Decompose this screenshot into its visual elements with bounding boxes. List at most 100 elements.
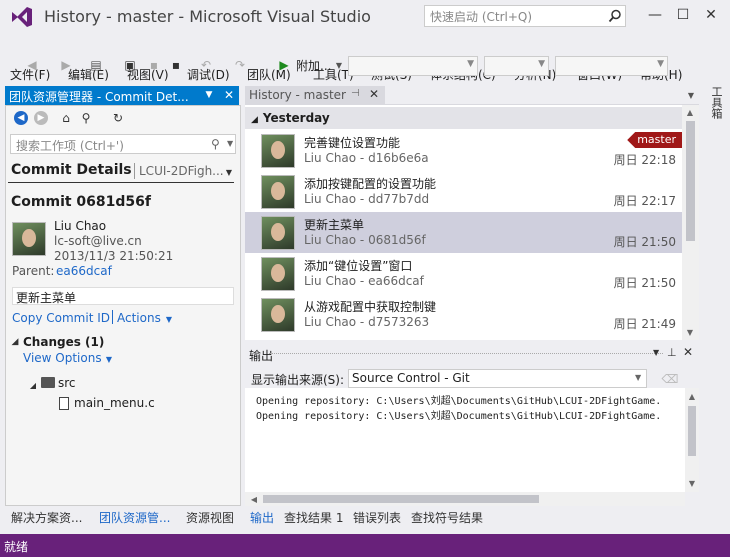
solution-config-combo[interactable]: ▼ (348, 56, 478, 76)
minimize-icon[interactable]: — (642, 4, 668, 26)
pin-icon[interactable]: ⊣ (351, 88, 360, 99)
scroll-thumb[interactable] (688, 406, 696, 456)
output-vscroll[interactable]: ▲ ▼ (685, 388, 699, 492)
save-all-icon[interactable]: ▪ (168, 57, 184, 73)
pin-icon[interactable]: ⊥ (667, 346, 677, 359)
status-text: 就绪 (4, 540, 29, 554)
history-scrollbar[interactable]: ▲ ▼ (682, 105, 699, 340)
save-icon[interactable]: ▪ (146, 57, 162, 73)
avatar (261, 257, 295, 291)
commit-author: Liu Chao - dd77b7dd (304, 192, 430, 206)
branch-badge: master (627, 132, 682, 148)
close-panel-icon[interactable]: ✕ (221, 87, 237, 103)
chevron-down-icon[interactable]: ▼ (104, 354, 114, 364)
tab-find-results[interactable]: 查找结果 1 (284, 509, 343, 526)
tab-resource-view[interactable]: 资源视图 (186, 509, 234, 526)
group-header: ◢ Yesterday (245, 107, 682, 129)
chevron-down-icon[interactable]: ▼ (334, 58, 344, 72)
start-debugging-icon[interactable]: ▶ (278, 57, 290, 73)
chevron-down-icon[interactable]: ▼ (223, 166, 235, 178)
author-name: Liu Chao (54, 219, 107, 233)
platform-combo[interactable]: ▼ (484, 56, 549, 76)
scroll-up-icon[interactable]: ▲ (685, 107, 695, 117)
scroll-down-icon[interactable]: ▼ (685, 327, 695, 337)
open-file-icon[interactable]: ▣ (122, 57, 138, 73)
menu-bar: 文件(F) 编辑(E) 视图(V) 调试(D) 团队(M) 工具(T) 测试(S… (0, 32, 730, 82)
parent-link[interactable]: ea66dcaf (56, 264, 112, 278)
folder-icon (41, 377, 55, 388)
avatar (261, 175, 295, 209)
commit-row-selected[interactable]: 更新主菜单 Liu Chao - 0681d56f 周日 21:50 (245, 212, 682, 253)
view-options-link[interactable]: View Options (23, 351, 102, 365)
refresh-icon[interactable]: ↻ (110, 110, 126, 126)
changes-title: Changes (1) (23, 335, 105, 349)
scroll-thumb[interactable] (263, 495, 539, 503)
commit-row[interactable]: 添加按键配置的设置功能 Liu Chao - dd77b7dd 周日 22:17 (245, 171, 682, 212)
home-icon[interactable]: ⌂ (58, 110, 74, 126)
commit-message: 添加“键位设置”窗口 (304, 259, 413, 273)
tab-find-symbol-results[interactable]: 查找符号结果 (411, 509, 483, 526)
status-bar: 就绪 (0, 534, 730, 557)
close-panel-icon[interactable]: ✕ (683, 345, 693, 359)
commit-date: 2013/11/3 21:50:21 (54, 249, 174, 263)
tab-history[interactable]: History - master ⊣ ✕ (245, 86, 385, 105)
window-title: History - master - Microsoft Visual Stud… (44, 7, 371, 26)
output-header: 输出 ▼ ⊥ ✕ (245, 345, 699, 363)
chevron-down-icon[interactable]: ▼ (686, 90, 696, 100)
chevron-down-icon[interactable]: ▼ (227, 139, 233, 148)
chevron-down-icon: ▼ (635, 373, 642, 382)
commit-row[interactable]: 添加“键位设置”窗口 Liu Chao - ea66dcaf 周日 21:50 (245, 253, 682, 294)
file-name[interactable]: main_menu.c (74, 396, 155, 410)
avatar (261, 216, 295, 250)
chevron-down-icon[interactable]: ▼ (164, 314, 174, 324)
scroll-left-icon[interactable]: ◀ (249, 494, 259, 504)
forward-icon[interactable]: ▶ (58, 57, 74, 73)
tab-solution-explorer[interactable]: 解决方案资... (11, 509, 82, 526)
find-combo[interactable]: ▼ (555, 56, 668, 76)
collapse-icon[interactable]: ◢ (10, 337, 20, 347)
commit-time: 周日 21:50 (613, 235, 676, 249)
work-item-search[interactable]: 搜索工作项 (Ctrl+') ⚲ ▼ (10, 134, 236, 154)
quick-launch-input[interactable]: 快速启动 (Ctrl+Q) (424, 5, 626, 27)
back-icon[interactable]: ◀ (14, 111, 28, 125)
scroll-thumb[interactable] (686, 121, 695, 241)
team-explorer-panel: ◀ ▶ ⌂ ⚲ ↻ 搜索工作项 (Ctrl+') ⚲ ▼ Commit Deta… (5, 105, 241, 506)
tab-error-list[interactable]: 错误列表 (353, 509, 401, 526)
commit-time: 周日 21:49 (613, 317, 676, 331)
forward-icon[interactable]: ▶ (34, 111, 48, 125)
commit-message: 更新主菜单 (304, 218, 365, 232)
undo-icon[interactable]: ↶ (198, 57, 214, 73)
page-title: Commit Details (11, 162, 132, 178)
pin-icon[interactable] (205, 88, 219, 102)
back-icon[interactable]: ◀ (24, 57, 40, 73)
toolbox-tab[interactable]: 工具箱 (708, 86, 724, 119)
header-underline (8, 182, 234, 183)
collapse-icon[interactable]: ◢ (28, 380, 38, 390)
commit-message: 更新主菜单 (12, 287, 234, 305)
maximize-icon[interactable]: ☐ (670, 4, 696, 26)
commit-row[interactable]: 从游戏配置中获取控制键 Liu Chao - d7573263 周日 21:49 (245, 294, 682, 335)
output-line: Opening repository: C:\Users\刘超\Document… (256, 396, 662, 407)
scroll-up-icon[interactable]: ▲ (687, 391, 697, 401)
new-project-icon[interactable]: ▤ (88, 57, 104, 73)
redo-icon[interactable]: ↷ (232, 57, 248, 73)
output-hscroll[interactable]: ◀ (245, 492, 685, 506)
search-icon: ⚲ (211, 137, 220, 151)
attach-button[interactable]: 附加... (296, 57, 331, 74)
tab-output[interactable]: 输出 (250, 509, 274, 526)
commit-row[interactable]: 完善键位设置功能 Liu Chao - d16b6e6a 周日 22:18 ma… (245, 130, 682, 171)
folder-name[interactable]: src (58, 376, 76, 390)
clear-all-icon[interactable]: ⌫ (662, 371, 679, 387)
scroll-down-icon[interactable]: ▼ (687, 478, 697, 488)
dropdown-icon[interactable]: ▼ (653, 348, 659, 357)
collapse-icon[interactable]: ◢ (251, 115, 258, 125)
connect-icon[interactable]: ⚲ (78, 110, 94, 126)
close-icon[interactable]: ✕ (698, 4, 724, 26)
close-tab-icon[interactable]: ✕ (369, 87, 379, 101)
visual-studio-logo-icon (12, 7, 32, 27)
history-tab-label: History - master (249, 88, 346, 102)
copy-commit-id-link[interactable]: Copy Commit ID (12, 311, 110, 325)
actions-link[interactable]: Actions (117, 311, 161, 325)
tab-team-explorer[interactable]: 团队资源管... (99, 509, 170, 526)
output-source-select[interactable]: Source Control - Git ▼ (348, 369, 647, 388)
